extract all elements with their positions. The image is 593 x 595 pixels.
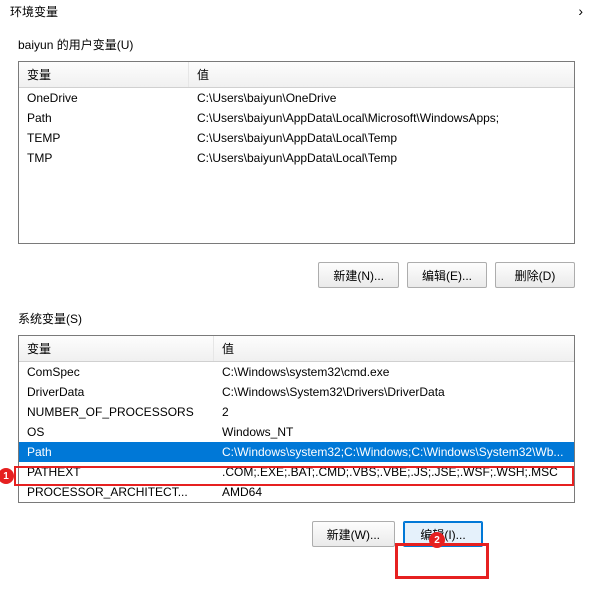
table-row[interactable]: TMPC:\Users\baiyun\AppData\Local\Temp: [19, 148, 574, 168]
table-header: 变量 值: [19, 336, 574, 362]
table-row[interactable]: PathC:\Windows\system32;C:\Windows;C:\Wi…: [19, 442, 574, 462]
callout-marker-2: 2: [429, 532, 445, 548]
cell-variable: OneDrive: [19, 91, 189, 105]
cell-value: AMD64: [214, 485, 574, 499]
cell-variable: Path: [19, 445, 214, 459]
user-variables-table: 变量 值 OneDriveC:\Users\baiyun\OneDrivePat…: [18, 61, 575, 244]
cell-variable: TMP: [19, 151, 189, 165]
cell-variable: TEMP: [19, 131, 189, 145]
cell-variable: OS: [19, 425, 214, 439]
system-button-row: 新建(W)... 编辑(I)...: [0, 509, 593, 555]
table-row[interactable]: NUMBER_OF_PROCESSORS2: [19, 402, 574, 422]
cell-variable: PROCESSOR_ARCHITECT...: [19, 485, 214, 499]
user-edit-button[interactable]: 编辑(E)...: [407, 262, 487, 288]
user-variables-label: baiyun 的用户变量(U): [18, 36, 575, 53]
cell-value: C:\Users\baiyun\AppData\Local\Microsoft\…: [189, 111, 574, 125]
table-row[interactable]: TEMPC:\Users\baiyun\AppData\Local\Temp: [19, 128, 574, 148]
system-variables-label: 系统变量(S): [18, 310, 575, 327]
column-value[interactable]: 值: [214, 336, 574, 361]
title-bar: 环境变量 ›: [0, 0, 593, 22]
system-new-button[interactable]: 新建(W)...: [312, 521, 395, 547]
system-variables-body: ComSpecC:\Windows\system32\cmd.exeDriver…: [19, 362, 574, 502]
system-variables-section: 系统变量(S) 变量 值 ComSpecC:\Windows\system32\…: [0, 296, 593, 509]
table-header: 变量 值: [19, 62, 574, 88]
user-delete-button[interactable]: 删除(D): [495, 262, 575, 288]
cell-value: C:\Users\baiyun\OneDrive: [189, 91, 574, 105]
column-variable[interactable]: 变量: [19, 336, 214, 361]
cell-variable: DriverData: [19, 385, 214, 399]
table-row[interactable]: OSWindows_NT: [19, 422, 574, 442]
cell-variable: Path: [19, 111, 189, 125]
column-value[interactable]: 值: [189, 62, 574, 87]
cell-value: C:\Windows\system32\cmd.exe: [214, 365, 574, 379]
cell-value: Windows_NT: [214, 425, 574, 439]
table-row[interactable]: PATHEXT.COM;.EXE;.BAT;.CMD;.VBS;.VBE;.JS…: [19, 462, 574, 482]
table-row[interactable]: ComSpecC:\Windows\system32\cmd.exe: [19, 362, 574, 382]
column-variable[interactable]: 变量: [19, 62, 189, 87]
close-icon[interactable]: ›: [578, 3, 583, 19]
cell-value: C:\Users\baiyun\AppData\Local\Temp: [189, 151, 574, 165]
cell-variable: NUMBER_OF_PROCESSORS: [19, 405, 214, 419]
table-row[interactable]: DriverDataC:\Windows\System32\Drivers\Dr…: [19, 382, 574, 402]
user-button-row: 新建(N)... 编辑(E)... 删除(D): [0, 250, 593, 296]
cell-value: .COM;.EXE;.BAT;.CMD;.VBS;.VBE;.JS;.JSE;.…: [214, 465, 574, 479]
table-row[interactable]: PROCESSOR_ARCHITECT...AMD64: [19, 482, 574, 502]
cell-value: C:\Windows\System32\Drivers\DriverData: [214, 385, 574, 399]
cell-value: 2: [214, 405, 574, 419]
cell-variable: PATHEXT: [19, 465, 214, 479]
cell-value: C:\Windows\system32;C:\Windows;C:\Window…: [214, 445, 574, 459]
user-new-button[interactable]: 新建(N)...: [318, 262, 399, 288]
table-row[interactable]: OneDriveC:\Users\baiyun\OneDrive: [19, 88, 574, 108]
system-variables-table: 变量 值 ComSpecC:\Windows\system32\cmd.exeD…: [18, 335, 575, 503]
cell-variable: ComSpec: [19, 365, 214, 379]
cell-value: C:\Users\baiyun\AppData\Local\Temp: [189, 131, 574, 145]
user-variables-section: baiyun 的用户变量(U) 变量 值 OneDriveC:\Users\ba…: [0, 22, 593, 250]
dialog-title: 环境变量: [10, 3, 58, 20]
table-row[interactable]: PathC:\Users\baiyun\AppData\Local\Micros…: [19, 108, 574, 128]
user-variables-body: OneDriveC:\Users\baiyun\OneDrivePathC:\U…: [19, 88, 574, 243]
